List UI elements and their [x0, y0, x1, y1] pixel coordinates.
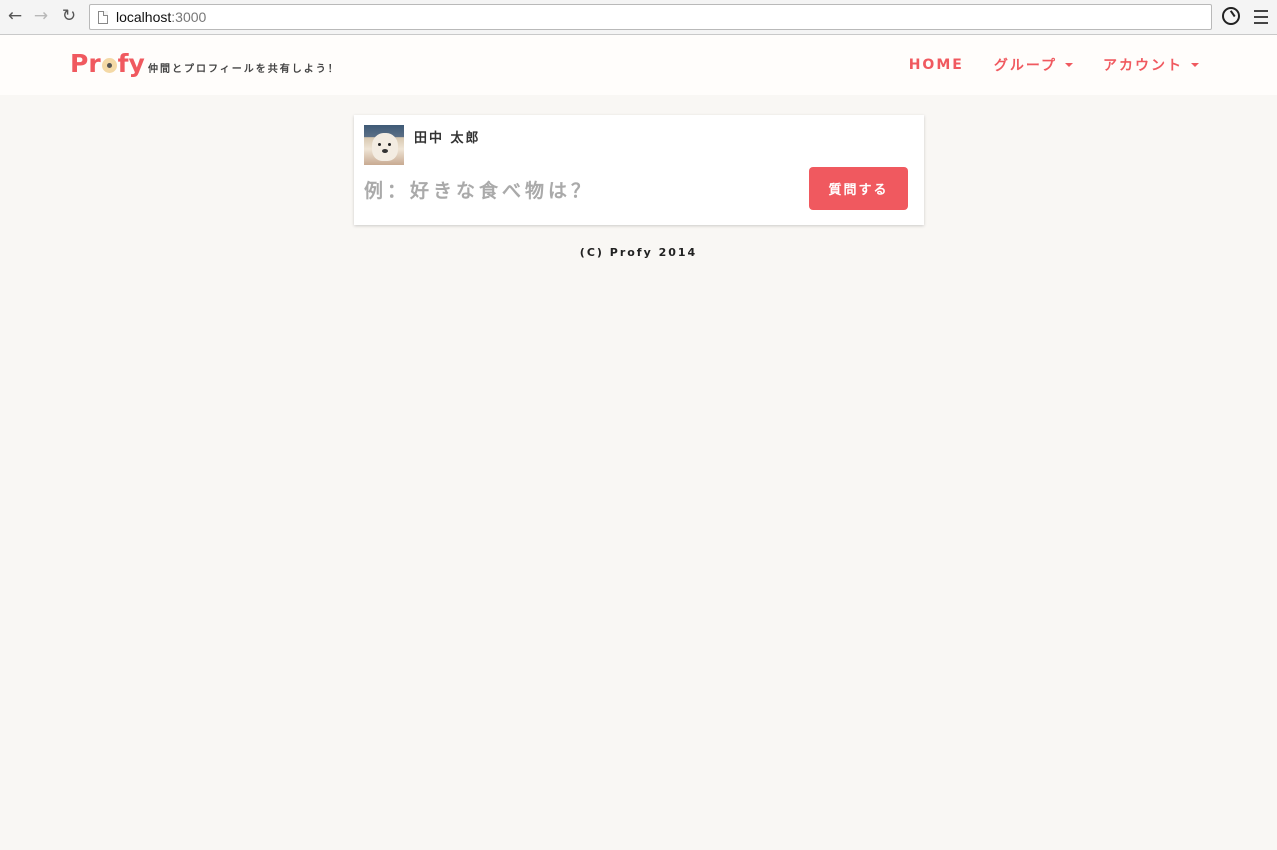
ask-question-button[interactable]: 質問する	[809, 167, 908, 210]
hamburger-menu-icon[interactable]	[1254, 10, 1268, 24]
avatar-dog-face	[372, 133, 398, 161]
nav-group-label: グループ	[993, 58, 1057, 74]
nav-account-label: アカウント	[1103, 58, 1183, 74]
profy-logo[interactable]: Pr fy	[70, 47, 145, 81]
nav-home-label: HOME	[908, 57, 964, 73]
question-card: 田中 太郎 質問する	[354, 115, 924, 225]
extension-icon[interactable]	[1222, 7, 1240, 25]
question-input[interactable]	[364, 175, 794, 207]
back-arrow-icon[interactable]: ←	[5, 6, 25, 26]
browser-toolbar: ← → ↻ localhost:3000	[0, 0, 1277, 35]
nav-group-dropdown[interactable]: グループ	[994, 55, 1073, 75]
user-name[interactable]: 田中 太郎	[414, 127, 481, 146]
site-header: Pr fy 仲間とプロフィールを共有しよう！ HOME グループ アカウント	[0, 35, 1277, 95]
logo-eye-icon	[101, 58, 117, 73]
avatar[interactable]	[364, 125, 404, 165]
page-icon	[98, 10, 108, 24]
caret-down-icon	[1191, 63, 1199, 67]
url-port: :3000	[171, 9, 207, 25]
avatar-eye	[388, 143, 391, 146]
tagline: 仲間とプロフィールを共有しよう！	[148, 64, 340, 75]
main-nav: HOME グループ アカウント	[879, 35, 1199, 95]
copyright: (C) Profy 2014	[579, 246, 698, 259]
address-bar[interactable]: localhost:3000	[89, 4, 1212, 30]
caret-down-icon	[1065, 63, 1073, 67]
logo-text-start: Pr	[70, 49, 101, 78]
avatar-nose	[382, 149, 388, 153]
nav-account-dropdown[interactable]: アカウント	[1103, 55, 1199, 75]
forward-arrow-icon[interactable]: →	[31, 6, 51, 26]
logo-text-end: fy	[117, 49, 145, 78]
avatar-eye	[378, 143, 381, 146]
reload-icon[interactable]: ↻	[59, 6, 79, 26]
nav-home[interactable]: HOME	[909, 57, 964, 73]
url-host: localhost	[116, 9, 172, 25]
